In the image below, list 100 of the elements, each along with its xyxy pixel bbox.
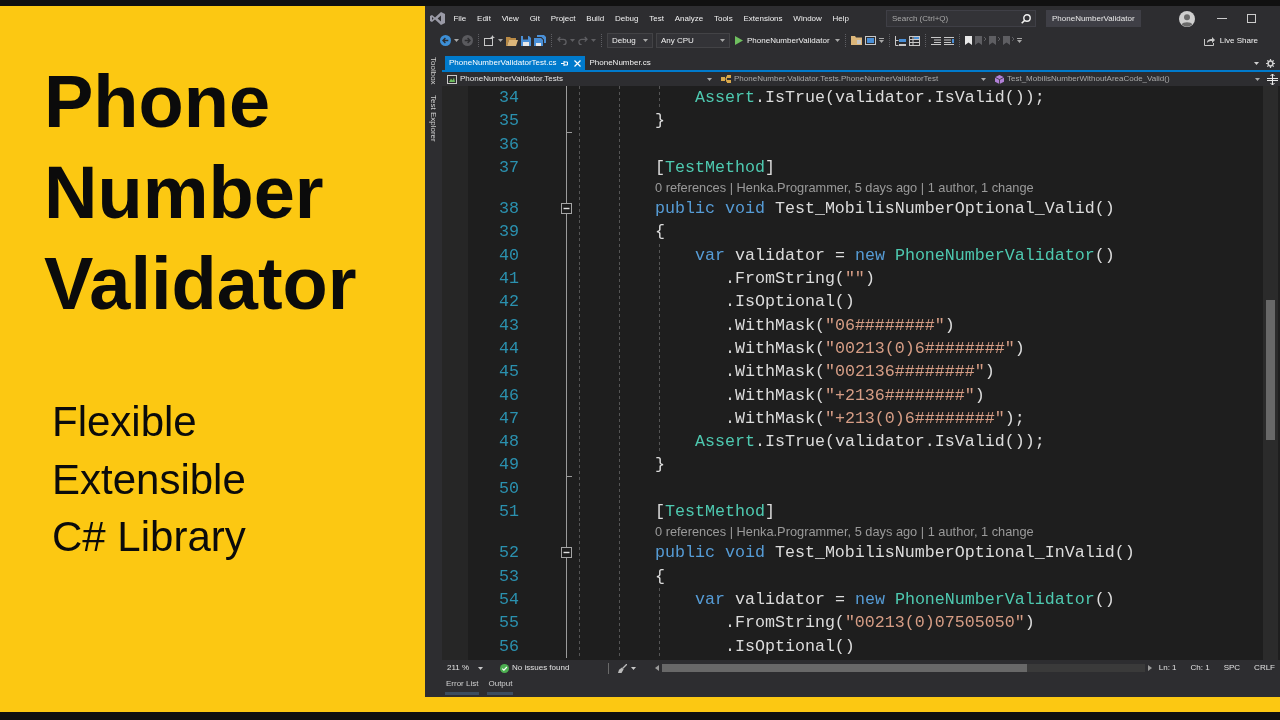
scrollbar-thumb[interactable] — [662, 664, 1027, 672]
window-icon[interactable] — [864, 36, 876, 45]
brush-icon[interactable] — [618, 663, 627, 673]
menu-item[interactable]: Analyze — [669, 13, 709, 24]
new-item-icon[interactable] — [484, 35, 495, 46]
indent-lines-icon[interactable] — [943, 36, 954, 45]
pin-icon[interactable] — [561, 59, 570, 67]
menu-item[interactable]: Project — [545, 13, 581, 24]
line-endings-indicator[interactable]: CRLF — [1254, 663, 1275, 673]
scrollbar-thumb[interactable] — [1266, 300, 1275, 440]
line-number: 47 — [499, 407, 519, 430]
play-icon — [735, 36, 743, 45]
vertical-scrollbar[interactable] — [1263, 86, 1278, 660]
search-field[interactable]: Search (Ctrl+Q) — [886, 10, 1036, 27]
method-icon — [995, 74, 1004, 84]
configuration-dropdown[interactable]: Debug — [607, 33, 653, 48]
zoom-dropdown[interactable]: 211 % — [447, 663, 500, 673]
search-icon[interactable] — [1021, 13, 1031, 24]
menu-item[interactable]: Test — [643, 13, 670, 24]
caret-icon[interactable] — [454, 39, 459, 42]
hierarchy-icon[interactable] — [894, 35, 906, 46]
caret-icon[interactable] — [981, 77, 986, 81]
indentation-indicator[interactable]: SPC — [1223, 663, 1241, 673]
class-icon — [721, 75, 731, 83]
line-number: 52 — [499, 542, 519, 565]
back-icon[interactable] — [440, 35, 451, 46]
caret-icon[interactable] — [631, 666, 636, 670]
code-line: var validator = new PhoneNumberValidator() — [694, 244, 1115, 267]
overflow-icon[interactable] — [878, 38, 884, 43]
issues-indicator[interactable]: No issues found — [500, 663, 608, 673]
caret-icon[interactable] — [1254, 61, 1259, 65]
live-share-button[interactable]: Live Share — [1203, 35, 1258, 46]
codelens-info[interactable]: 0 references | Henka.Programmer, 5 days ago | 1 author, 1 change — [655, 179, 1034, 198]
caret-icon[interactable] — [498, 39, 503, 42]
member-dropdown[interactable]: Test_MobilisNumberWithoutAreaCode_Valid() — [990, 72, 1264, 86]
code-line: .WithMask("00213(0)6########") — [724, 337, 1025, 360]
line-number: 56 — [499, 635, 519, 658]
thumbnail-title: Phone Number Validator — [44, 59, 358, 327]
type-dropdown[interactable]: PhoneNumber.Validator.Tests.PhoneNumberValidatorTest — [716, 72, 990, 86]
menu-item[interactable]: File — [448, 13, 472, 24]
line-number: 40 — [499, 244, 519, 267]
menu-item[interactable]: Tools — [708, 13, 739, 24]
scroll-left-icon[interactable] — [655, 665, 659, 671]
project-dropdown[interactable]: PhoneNumberValidator.Tests — [442, 72, 716, 86]
caret-icon[interactable] — [720, 39, 725, 42]
caret-icon[interactable] — [707, 77, 712, 81]
code-line: } — [654, 454, 665, 477]
side-panel-tab[interactable]: Toolbox — [428, 57, 439, 85]
code-line: public void Test_MobilisNumberOptional_InValid() — [654, 542, 1135, 565]
lines-icon[interactable] — [930, 36, 941, 45]
collapse-icon[interactable] — [561, 203, 572, 215]
caret-icon[interactable] — [643, 39, 648, 42]
code-line: { — [654, 565, 665, 588]
open-folder-icon[interactable] — [506, 35, 518, 46]
avatar-icon[interactable] — [1179, 10, 1195, 27]
close-icon[interactable] — [574, 59, 582, 67]
tool-window-tab[interactable]: Output — [487, 676, 514, 695]
logo-icon[interactable] — [430, 12, 445, 25]
caret-icon[interactable] — [834, 39, 840, 42]
collapse-icon[interactable] — [561, 547, 572, 559]
line-number: 37 — [499, 156, 519, 179]
menu-item[interactable]: Debug — [609, 13, 644, 24]
code-line: Assert.IsTrue(validator.IsValid()); — [694, 87, 1045, 109]
tool-window-tab[interactable]: Error List — [445, 676, 480, 695]
platform-dropdown[interactable]: Any CPU — [656, 33, 730, 48]
side-panel-tab[interactable]: Test Explorer — [428, 94, 439, 142]
save-all-icon[interactable] — [534, 35, 546, 46]
codelens-info[interactable]: 0 references | Henka.Programmer, 5 days ago | 1 author, 1 change — [655, 523, 1034, 542]
menu-item[interactable]: Build — [580, 13, 610, 24]
grid-icon[interactable] — [908, 35, 920, 46]
document-tab[interactable]: PhoneNumber.cs — [585, 56, 655, 70]
menu-item[interactable]: Extensions — [738, 13, 788, 24]
document-tab[interactable]: PhoneNumberValidatorTest.cs — [445, 56, 586, 70]
horizontal-scrollbar[interactable] — [662, 664, 1145, 672]
code-line: [TestMethod] — [654, 156, 775, 179]
code-line: var validator = new PhoneNumberValidator() — [694, 588, 1115, 611]
settings-icon[interactable] — [1266, 58, 1275, 68]
split-icon[interactable] — [1266, 73, 1278, 85]
tagline: Flexible — [52, 397, 197, 447]
bookmark-icon[interactable] — [964, 36, 972, 45]
overflow-icon[interactable] — [1016, 38, 1022, 43]
save-icon[interactable] — [521, 35, 531, 46]
menu-item[interactable]: Edit — [471, 13, 497, 24]
maximize-icon[interactable] — [1247, 14, 1256, 23]
share-icon — [1203, 35, 1215, 46]
caret-icon[interactable] — [478, 666, 484, 670]
line-number: 51 — [499, 501, 519, 524]
folder-icon[interactable] — [850, 36, 862, 45]
start-button[interactable]: PhoneNumberValidator — [733, 35, 832, 46]
menu-item[interactable]: Window — [787, 13, 828, 24]
menu-item[interactable]: View — [496, 13, 525, 24]
code-line: { — [654, 221, 665, 244]
line-number: 43 — [499, 314, 519, 337]
solution-name: PhoneNumberValidator — [1046, 10, 1141, 27]
check-icon — [500, 663, 509, 673]
code-line: .FromString("00213(0)07505050") — [724, 612, 1035, 635]
scroll-right-icon[interactable] — [1148, 665, 1152, 671]
menu-item[interactable]: Git — [524, 13, 546, 24]
caret-icon[interactable] — [1255, 77, 1260, 81]
menu-item[interactable]: Help — [827, 13, 855, 24]
